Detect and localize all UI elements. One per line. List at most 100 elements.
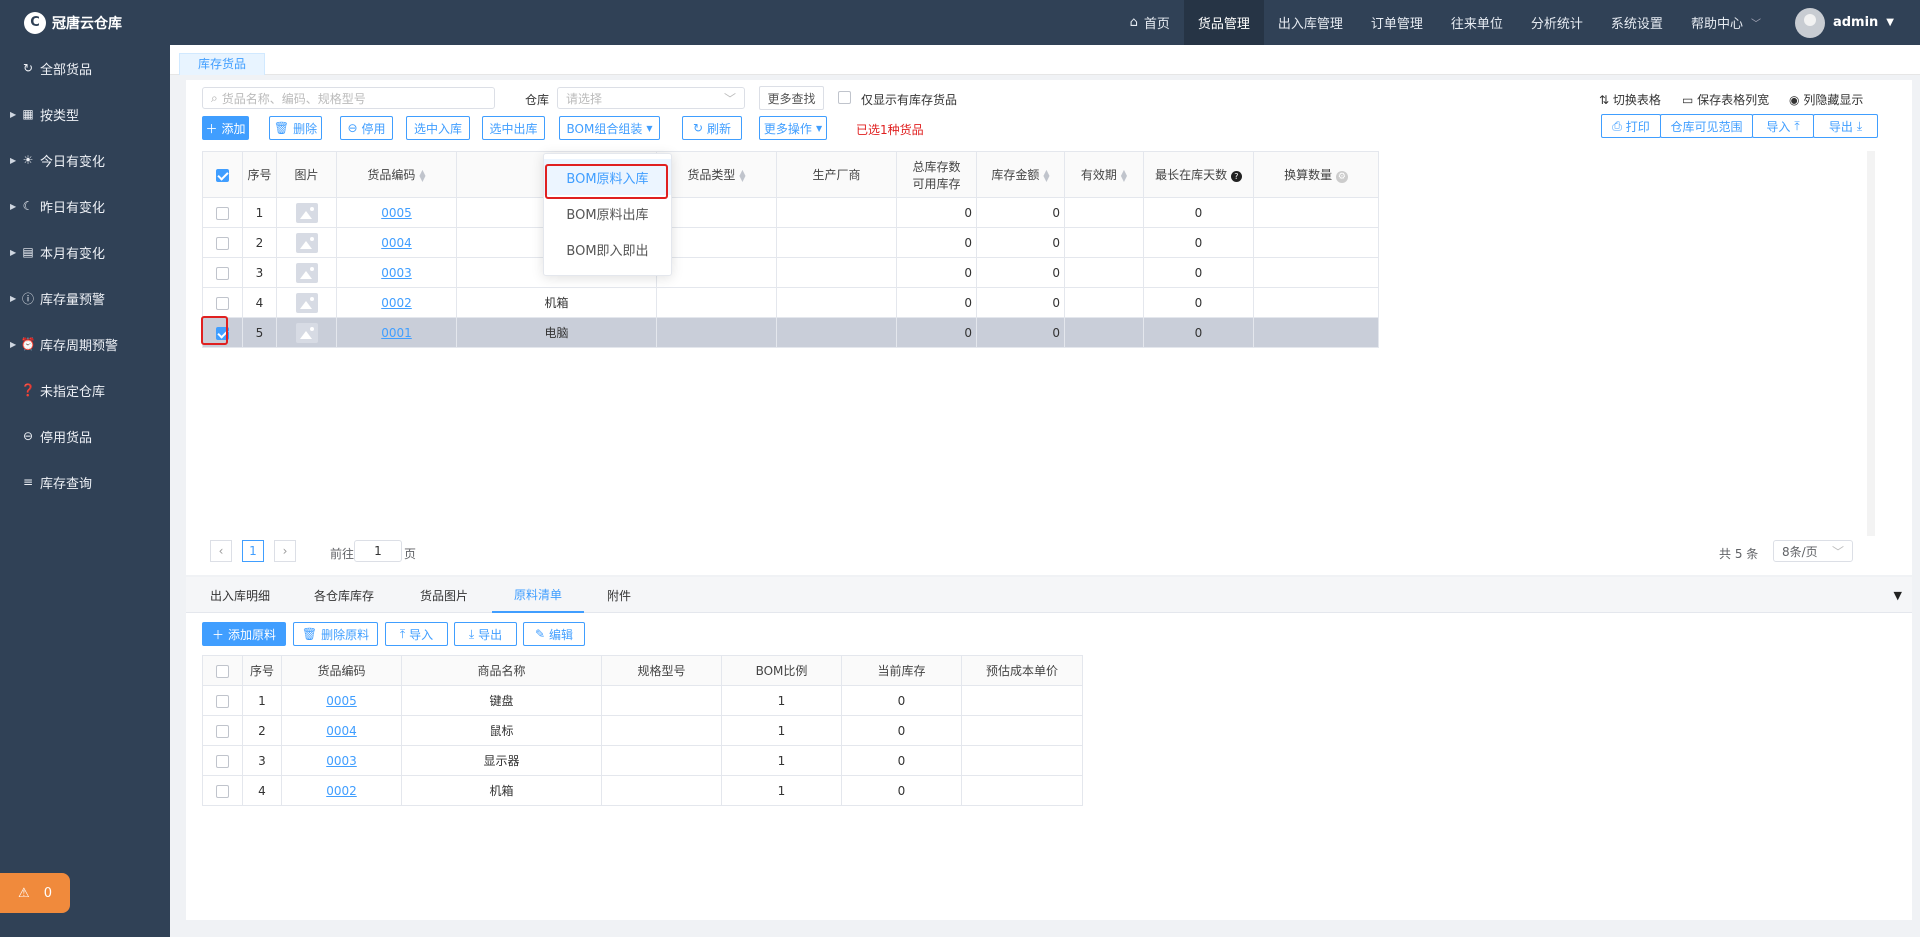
image-placeholder-icon[interactable] bbox=[295, 322, 318, 343]
goods-code-link[interactable]: 0001 bbox=[381, 326, 412, 340]
detail-tab[interactable]: 附件 bbox=[607, 577, 631, 613]
delete-button[interactable]: 🗑 删除 bbox=[269, 116, 322, 140]
print-button[interactable]: ⎙ 打印 bbox=[1601, 114, 1661, 138]
image-placeholder-icon[interactable] bbox=[295, 202, 318, 223]
detail-tab[interactable]: 各仓库库存 bbox=[314, 577, 374, 613]
disable-button[interactable]: ⊖ 停用 bbox=[340, 116, 393, 140]
selected-out-button[interactable]: 选中出库 bbox=[482, 116, 545, 140]
sort-icon[interactable]: ▲ ▼ bbox=[1043, 168, 1049, 182]
table-row[interactable]: 1 0005 0 0 0 bbox=[202, 197, 1379, 228]
settings-icon[interactable]: ⚙ bbox=[1335, 171, 1348, 183]
sort-icon[interactable]: ▲ ▼ bbox=[1121, 168, 1127, 182]
sidebar-item[interactable]: ▶ ▦ 按类型 bbox=[0, 91, 170, 137]
goto-page-input[interactable]: 1 bbox=[354, 540, 402, 562]
switch-table-link[interactable]: ⇅ 切换表格 bbox=[1599, 91, 1661, 108]
search-input[interactable]: ⌕ 货品名称、编码、规格型号 bbox=[202, 87, 495, 109]
table-row[interactable]: 3 0003 0 0 0 bbox=[202, 257, 1379, 288]
sidebar-item[interactable]: ⊖ 停用货品 bbox=[0, 413, 170, 459]
next-page-icon[interactable]: › bbox=[274, 540, 296, 562]
more-find-button[interactable]: 更多查找 bbox=[759, 86, 824, 110]
import-button[interactable]: 导入 ⤒ bbox=[1752, 114, 1814, 138]
row-checkbox[interactable] bbox=[216, 266, 229, 280]
warehouse-scope-button[interactable]: 仓库可见范围 bbox=[1660, 114, 1753, 138]
col-amount[interactable]: 库存金额 ▲ ▼ bbox=[976, 151, 1065, 198]
material-import-button[interactable]: ⤒ 导入 bbox=[385, 622, 448, 646]
nav-item[interactable]: 系统设置 bbox=[1597, 0, 1677, 45]
nav-item[interactable]: 分析统计 bbox=[1517, 0, 1597, 45]
sort-icon[interactable]: ▲ ▼ bbox=[739, 168, 745, 182]
menu-item-bom-out[interactable]: BOM原料出库 bbox=[544, 195, 671, 231]
sidebar-item[interactable]: ▶ ☾ 昨日有变化 bbox=[0, 183, 170, 229]
table-row[interactable]: 4 0002 机箱 1 0 bbox=[202, 775, 1083, 806]
table-row[interactable]: 1 0005 键盘 1 0 bbox=[202, 685, 1083, 716]
sidebar-item[interactable]: ❓ 未指定仓库 bbox=[0, 367, 170, 413]
warehouse-select[interactable]: 请选择 ﹀ bbox=[557, 87, 745, 109]
refresh-button[interactable]: ↻ 刷新 bbox=[682, 116, 742, 140]
menu-item-bom-inout[interactable]: BOM即入即出 bbox=[544, 231, 671, 267]
col-code[interactable]: 货品编码 ▲ ▼ bbox=[336, 151, 457, 198]
detail-tab[interactable]: 出入库明细 bbox=[210, 577, 270, 613]
row-checkbox[interactable] bbox=[216, 724, 229, 738]
add-material-button[interactable]: ＋添加原料 bbox=[202, 622, 286, 646]
col-stock[interactable]: 总库存数 可用库存 bbox=[896, 151, 977, 198]
nav-item[interactable]: 往来单位 bbox=[1437, 0, 1517, 45]
material-code-link[interactable]: 0005 bbox=[326, 694, 357, 708]
nav-item[interactable]: 订单管理 bbox=[1357, 0, 1437, 45]
table-row[interactable]: 2 0004 鼠标 1 0 bbox=[202, 715, 1083, 746]
current-page[interactable]: 1 bbox=[242, 540, 264, 562]
row-checkbox[interactable] bbox=[216, 206, 229, 220]
help-icon[interactable]: ? bbox=[1230, 171, 1242, 182]
goods-code-link[interactable]: 0003 bbox=[381, 266, 412, 280]
app-logo[interactable]: C 冠唐云仓库 bbox=[0, 0, 170, 45]
material-code-link[interactable]: 0004 bbox=[326, 724, 357, 738]
export-button[interactable]: 导出 ⤓ bbox=[1813, 114, 1878, 138]
nav-item[interactable]: 帮助中心 ﹀ bbox=[1677, 0, 1775, 45]
detail-tab[interactable]: 原料清单 bbox=[492, 577, 585, 613]
hide-columns-link[interactable]: ◉ 列隐藏显示 bbox=[1789, 91, 1863, 108]
row-checkbox[interactable] bbox=[216, 754, 229, 768]
sidebar-item[interactable]: ↻ 全部货品 bbox=[0, 45, 170, 91]
sidebar-item[interactable]: ≡ 库存查询 bbox=[0, 459, 170, 505]
page-size-select[interactable]: 8条/页 ﹀ bbox=[1773, 540, 1853, 562]
more-ops-button[interactable]: 更多操作 ▼ bbox=[759, 116, 827, 140]
row-checkbox[interactable] bbox=[216, 694, 229, 708]
tab-inventory[interactable]: 库存货品 bbox=[179, 53, 266, 75]
image-placeholder-icon[interactable] bbox=[295, 292, 318, 313]
delete-material-button[interactable]: 🗑 删除原料 bbox=[293, 622, 378, 646]
sort-icon[interactable]: ▲ ▼ bbox=[419, 168, 425, 182]
table-row[interactable]: 4 0002 机箱 0 0 0 bbox=[202, 287, 1379, 318]
collapse-icon[interactable]: ▼ bbox=[1894, 589, 1902, 602]
material-code-link[interactable]: 0002 bbox=[326, 784, 357, 798]
alarm-button[interactable]: ⚠ 0 bbox=[0, 873, 70, 913]
nav-item[interactable]: ⌂ 首页 bbox=[1116, 0, 1184, 45]
detail-tab[interactable]: 货品图片 bbox=[420, 577, 468, 613]
only-stock-checkbox[interactable] bbox=[838, 91, 851, 104]
edit-button[interactable]: ✎ 编辑 bbox=[523, 622, 585, 646]
material-code-link[interactable]: 0003 bbox=[326, 754, 357, 768]
user-menu[interactable]: admin ▼ bbox=[1775, 7, 1920, 38]
bom-assembly-button[interactable]: BOM组合组装 ▼ bbox=[559, 116, 660, 140]
sidebar-item[interactable]: ▶ ☀ 今日有变化 bbox=[0, 137, 170, 183]
table-row[interactable]: 3 0003 显示器 1 0 bbox=[202, 745, 1083, 776]
goods-code-link[interactable]: 0005 bbox=[381, 206, 412, 220]
table-scrollbar[interactable] bbox=[1867, 151, 1875, 536]
goods-code-link[interactable]: 0002 bbox=[381, 296, 412, 310]
col-valid[interactable]: 有效期 ▲ ▼ bbox=[1064, 151, 1144, 198]
select-all-checkbox[interactable] bbox=[216, 168, 229, 182]
save-width-link[interactable]: ▭ 保存表格列宽 bbox=[1682, 91, 1769, 108]
table-row[interactable]: 2 0004 0 0 0 bbox=[202, 227, 1379, 258]
select-all-header[interactable] bbox=[202, 151, 243, 198]
image-placeholder-icon[interactable] bbox=[295, 232, 318, 253]
row-checkbox[interactable] bbox=[216, 236, 229, 250]
row-checkbox[interactable] bbox=[216, 784, 229, 798]
selected-in-button[interactable]: 选中入库 bbox=[406, 116, 470, 140]
table-row[interactable]: 5 0001 电脑 0 0 0 bbox=[202, 317, 1379, 348]
col-type[interactable]: 货品类型 ▲ ▼ bbox=[656, 151, 777, 198]
material-export-button[interactable]: ⤓ 导出 bbox=[454, 622, 517, 646]
prev-page-icon[interactable]: ‹ bbox=[210, 540, 232, 562]
sidebar-item[interactable]: ▶ ⓘ 库存量预警 bbox=[0, 275, 170, 321]
row-checkbox[interactable] bbox=[216, 296, 229, 310]
nav-item[interactable]: 货品管理 bbox=[1183, 0, 1264, 45]
nav-item[interactable]: 出入库管理 bbox=[1264, 0, 1357, 45]
select-all-checkbox[interactable] bbox=[216, 664, 229, 678]
